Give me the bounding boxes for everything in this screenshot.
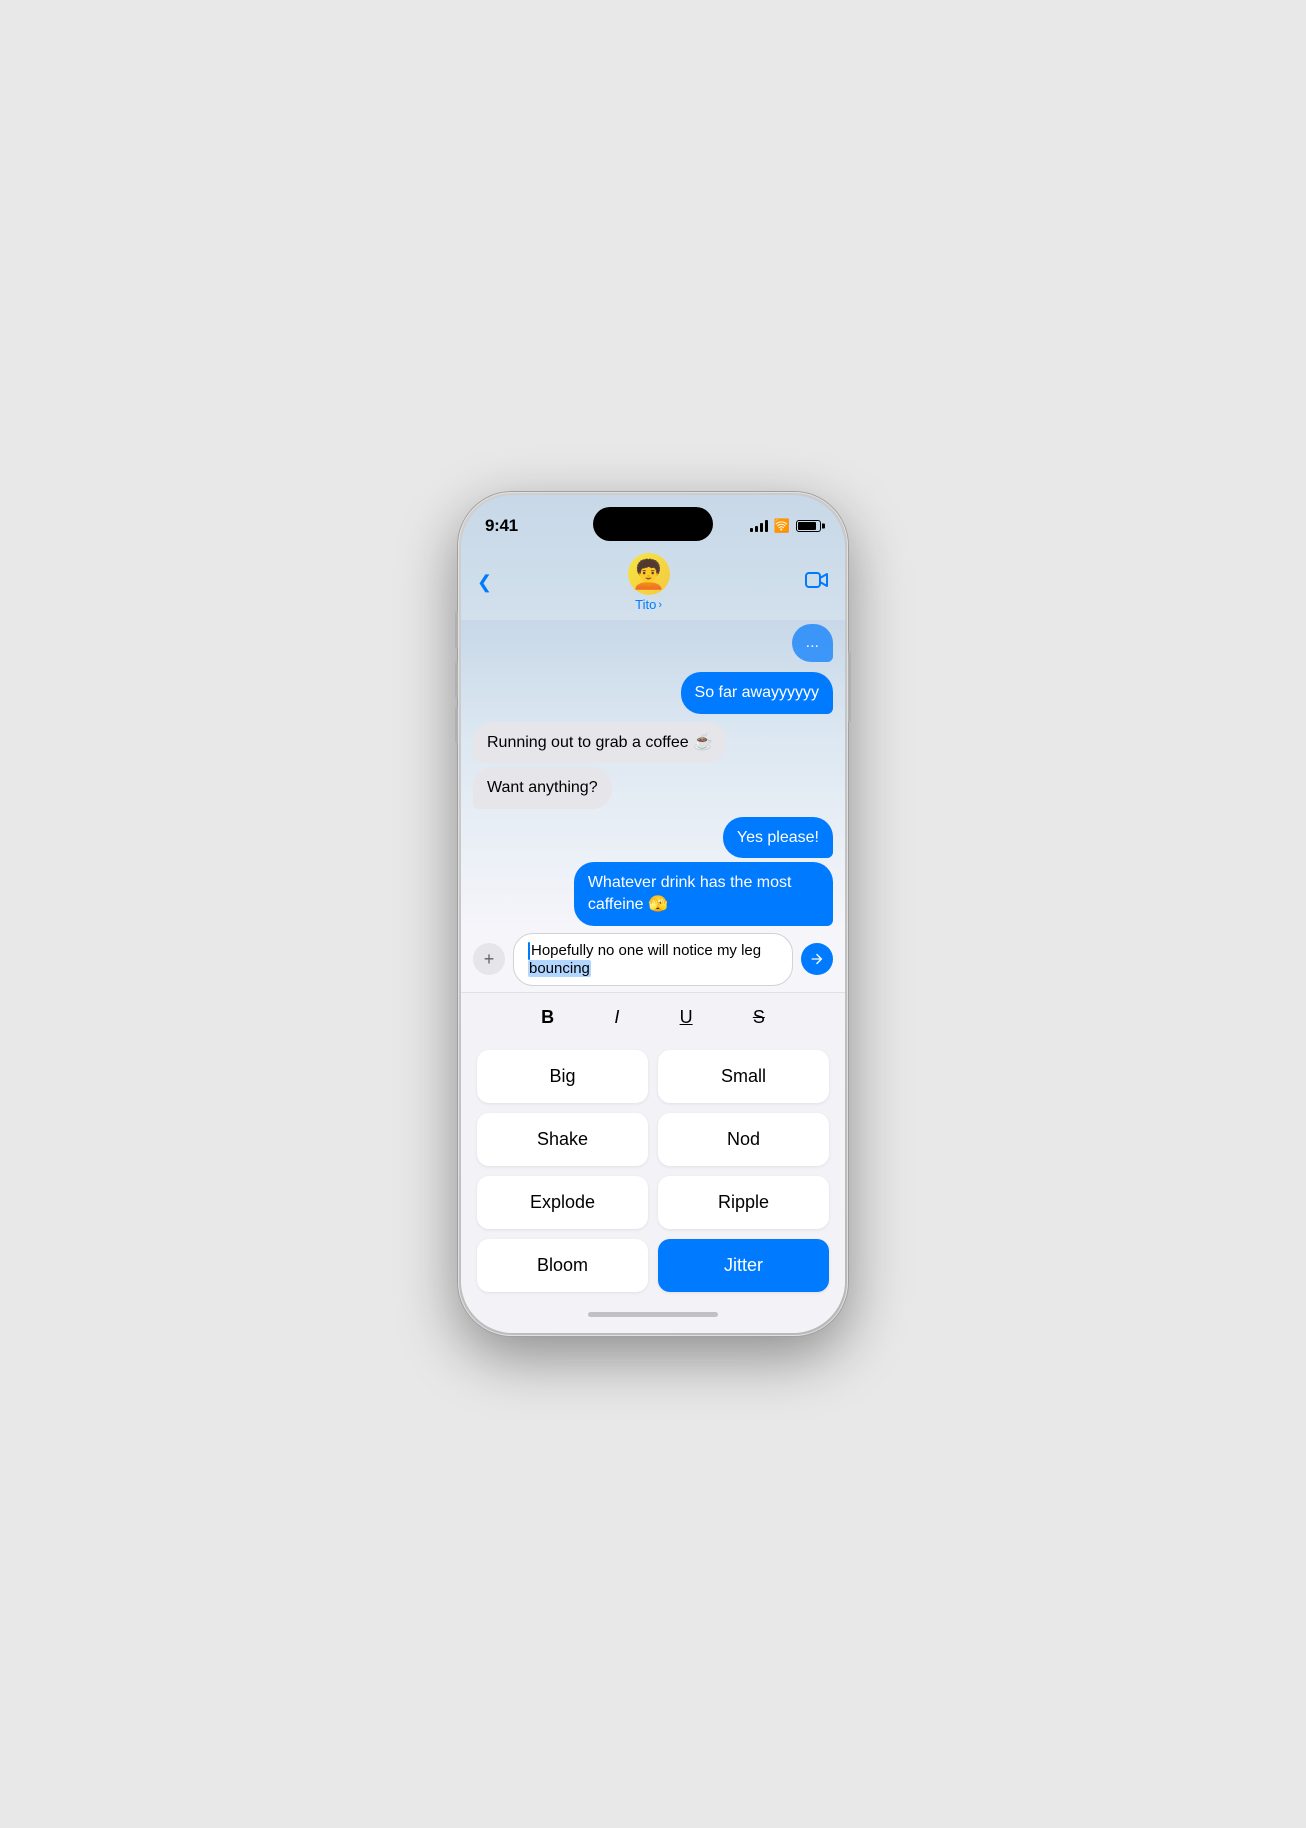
contact-name: Tito › (635, 597, 662, 612)
home-indicator-area (461, 1304, 845, 1333)
bold-button[interactable]: B (533, 1003, 562, 1032)
truncated-message: ... (792, 624, 833, 662)
chevron-right-icon: › (658, 599, 662, 611)
effect-jitter-button[interactable]: Jitter (658, 1239, 829, 1292)
input-area: + Hopefully no one will notice my leg bo… (461, 927, 845, 992)
input-text-highlight: bouncing (528, 960, 591, 977)
signal-icon (750, 520, 768, 532)
status-icons: 🛜 (750, 518, 821, 534)
dynamic-island (593, 507, 713, 541)
message-text: So far awayyyyyy (695, 684, 819, 701)
message-row: Running out to grab a coffee ☕ (461, 722, 845, 764)
messages-area: ... So far awayyyyyy Running out to grab… (461, 620, 845, 927)
effect-big-button[interactable]: Big (477, 1050, 648, 1103)
message-row: Want anything? (461, 767, 845, 809)
effect-small-button[interactable]: Small (658, 1050, 829, 1103)
message-text: Yes please! (737, 829, 819, 846)
effects-grid: Big Small Shake Nod Explode Ripple (461, 1042, 845, 1304)
status-time: 9:41 (485, 516, 518, 536)
plus-icon: + (484, 949, 495, 970)
effect-bloom-button[interactable]: Bloom (477, 1239, 648, 1292)
message-bubble-outgoing: Yes please! (723, 817, 833, 859)
message-text: Want anything? (487, 779, 598, 796)
message-text: Whatever drink has the most caffeine 🫣 (588, 874, 792, 913)
contact-info[interactable]: 🧑‍🦱 Tito › (628, 553, 670, 612)
strikethrough-button[interactable]: S (745, 1003, 773, 1032)
format-toolbar: B I U S (461, 992, 845, 1042)
send-button[interactable] (801, 943, 833, 975)
message-row: Yes please! (461, 817, 845, 859)
wifi-icon: 🛜 (774, 518, 790, 534)
message-row: So far awayyyyyy (461, 672, 845, 714)
battery-icon (796, 520, 821, 532)
phone-frame: 9:41 🛜 ❮ 🧑‍🦱 (458, 492, 848, 1336)
effect-ripple-button[interactable]: Ripple (658, 1176, 829, 1229)
back-button[interactable]: ❮ (477, 572, 492, 593)
nav-header: ❮ 🧑‍🦱 Tito › (461, 549, 845, 620)
avatar: 🧑‍🦱 (628, 553, 670, 595)
input-text-before: Hopefully no one will notice my leg boun… (528, 942, 778, 977)
message-bubble-incoming: Want anything? (473, 767, 612, 809)
phone-screen: 9:41 🛜 ❮ 🧑‍🦱 (461, 495, 845, 1333)
message-bubble-incoming: Running out to grab a coffee ☕ (473, 722, 727, 764)
add-attachment-button[interactable]: + (473, 943, 505, 975)
chevron-left-icon: ❮ (477, 572, 492, 593)
effect-shake-button[interactable]: Shake (477, 1113, 648, 1166)
underline-button[interactable]: U (672, 1003, 701, 1032)
video-call-button[interactable] (805, 570, 829, 596)
effect-explode-button[interactable]: Explode (477, 1176, 648, 1229)
home-indicator-bar (588, 1312, 718, 1317)
message-text: Running out to grab a coffee ☕ (487, 734, 713, 751)
message-bubble-outgoing: So far awayyyyyy (681, 672, 833, 714)
message-input[interactable]: Hopefully no one will notice my leg boun… (513, 933, 793, 986)
italic-button[interactable]: I (606, 1003, 627, 1032)
message-bubble-outgoing: Whatever drink has the most caffeine 🫣 (574, 862, 833, 925)
message-row: Whatever drink has the most caffeine 🫣 (461, 862, 845, 925)
effect-nod-button[interactable]: Nod (658, 1113, 829, 1166)
